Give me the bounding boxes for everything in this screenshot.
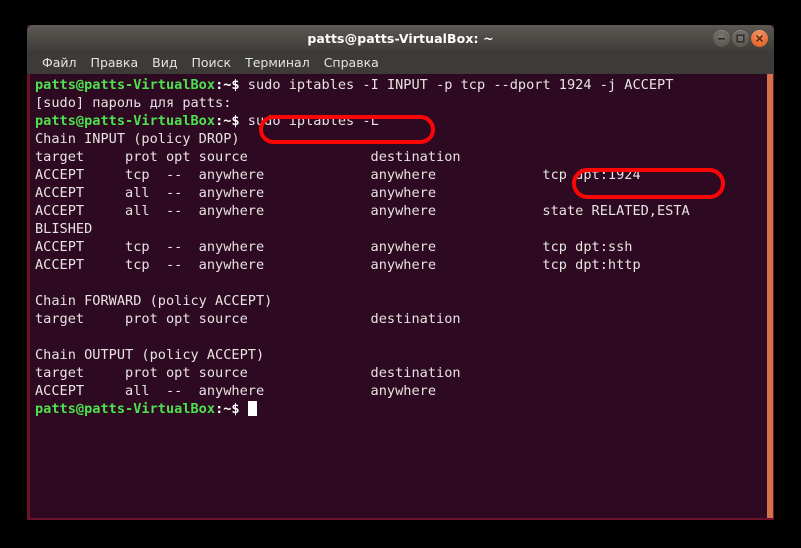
- terminal-output-text: ACCEPT tcp -- anywhere anywhere tcp dpt:…: [35, 257, 641, 273]
- terminal-body[interactable]: patts@patts-VirtualBox:~$ sudo iptables …: [27, 74, 774, 520]
- terminal-line: ACCEPT all -- anywhere anywhere state RE…: [35, 202, 765, 220]
- terminal-output-text: Chain OUTPUT (policy ACCEPT): [35, 347, 265, 363]
- close-button[interactable]: [751, 29, 768, 47]
- terminal-line: target prot opt source destination: [35, 148, 765, 166]
- terminal-output-text: BLISHED: [35, 221, 93, 237]
- terminal-output-text: ACCEPT all -- anywhere anywhere state RE…: [35, 203, 690, 219]
- menu-item-help[interactable]: Справка: [317, 53, 386, 72]
- terminal-line: ACCEPT tcp -- anywhere anywhere tcp dpt:…: [35, 166, 765, 184]
- minimize-icon: [718, 37, 725, 40]
- window-titlebar[interactable]: patts@patts-VirtualBox: ~: [27, 25, 774, 51]
- menu-item-file[interactable]: Файл: [35, 53, 84, 72]
- terminal-command: sudo iptables -I INPUT -p tcp --dport 19…: [239, 77, 674, 93]
- terminal-line: ACCEPT all -- anywhere anywhere: [35, 382, 765, 400]
- terminal-output-text: ACCEPT tcp -- anywhere anywhere tcp dpt:…: [35, 239, 633, 255]
- terminal-prompt-path: :~$: [215, 113, 240, 129]
- terminal-output-text: target prot opt source destination: [35, 365, 461, 381]
- terminal-command: [240, 401, 248, 417]
- close-icon: [756, 34, 763, 42]
- terminal-prompt-userhost: patts@patts-VirtualBox: [35, 77, 216, 93]
- terminal-line: patts@patts-VirtualBox:~$ sudo iptables …: [35, 112, 765, 130]
- window-controls: [713, 25, 768, 51]
- minimize-button[interactable]: [713, 29, 730, 47]
- terminal-output-text: target prot opt source destination: [35, 311, 461, 327]
- terminal-scrollbar[interactable]: [767, 74, 773, 518]
- terminal-line: patts@patts-VirtualBox:~$ sudo iptables …: [35, 76, 765, 94]
- menu-item-edit[interactable]: Правка: [84, 53, 146, 72]
- terminal-window: patts@patts-VirtualBox: ~ Файл Правка Ви…: [27, 25, 774, 520]
- terminal-output-text: [sudo] пароль для patts:: [35, 95, 232, 111]
- terminal-screen[interactable]: patts@patts-VirtualBox:~$ sudo iptables …: [35, 76, 765, 518]
- terminal-line: target prot opt source destination: [35, 364, 765, 382]
- terminal-prompt-path: :~$: [215, 401, 240, 417]
- terminal-line: ACCEPT tcp -- anywhere anywhere tcp dpt:…: [35, 238, 765, 256]
- terminal-output-text: ACCEPT tcp -- anywhere anywhere tcp dpt:…: [35, 167, 641, 183]
- terminal-prompt-path: :~$: [215, 77, 240, 93]
- terminal-line: ACCEPT all -- anywhere anywhere: [35, 184, 765, 202]
- terminal-cursor: [247, 401, 257, 416]
- terminal-output-text: ACCEPT all -- anywhere anywhere: [35, 383, 437, 399]
- terminal-output-text: Chain FORWARD (policy ACCEPT): [35, 293, 273, 309]
- terminal-prompt-userhost: patts@patts-VirtualBox: [35, 113, 216, 129]
- terminal-line: [sudo] пароль для patts:: [35, 94, 765, 112]
- terminal-command: sudo iptables -L: [239, 113, 379, 129]
- menubar: Файл Правка Вид Поиск Терминал Справка: [27, 51, 774, 74]
- terminal-output-text: target prot opt source destination: [35, 149, 461, 165]
- maximize-button[interactable]: [732, 29, 749, 47]
- terminal-line: patts@patts-VirtualBox:~$: [35, 400, 765, 418]
- terminal-line: BLISHED: [35, 220, 765, 238]
- terminal-line: ACCEPT tcp -- anywhere anywhere tcp dpt:…: [35, 256, 765, 274]
- maximize-icon: [736, 33, 745, 43]
- terminal-prompt-userhost: patts@patts-VirtualBox: [35, 401, 216, 417]
- menu-item-view[interactable]: Вид: [145, 53, 184, 72]
- menu-item-search[interactable]: Поиск: [184, 53, 238, 72]
- terminal-line: Chain OUTPUT (policy ACCEPT): [35, 346, 765, 364]
- terminal-output-text: ACCEPT all -- anywhere anywhere: [35, 185, 437, 201]
- terminal-output-text: Chain INPUT (policy DROP): [35, 131, 240, 147]
- menu-item-terminal[interactable]: Терминал: [238, 53, 317, 72]
- terminal-line: target prot opt source destination: [35, 310, 765, 328]
- terminal-line: Chain INPUT (policy DROP): [35, 130, 765, 148]
- terminal-line: Chain FORWARD (policy ACCEPT): [35, 292, 765, 310]
- window-title: patts@patts-VirtualBox: ~: [307, 30, 494, 46]
